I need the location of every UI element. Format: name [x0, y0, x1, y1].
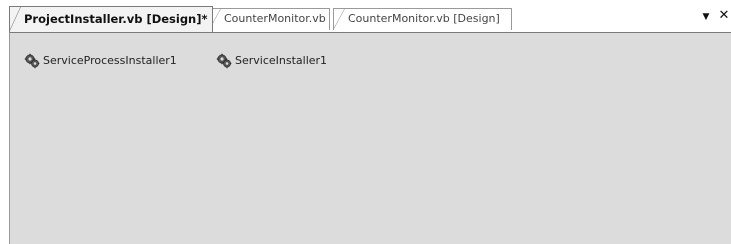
active-files-dropdown-icon[interactable]: ▼ [701, 10, 711, 24]
tab-label: ProjectInstaller.vb [Design]* [24, 12, 208, 26]
gear-component-icon [216, 53, 232, 69]
tab-label: CounterMonitor.vb [Design] [348, 12, 500, 25]
close-icon[interactable]: ✕ [718, 9, 730, 23]
component-tray[interactable]: ServiceProcessInstaller1 ServiceInstalle… [9, 32, 731, 244]
component-serviceinstaller1[interactable]: ServiceInstaller1 [216, 52, 366, 70]
tab-countermonitor-code[interactable]: CounterMonitor.vb [209, 8, 330, 30]
tab-projectinstaller-design[interactable]: ProjectInstaller.vb [Design]* [9, 6, 213, 32]
component-label: ServiceInstaller1 [235, 54, 328, 67]
designer-window: ProjectInstaller.vb [Design]* CounterMon… [0, 0, 731, 244]
component-serviceprocessinstaller1[interactable]: ServiceProcessInstaller1 [24, 52, 204, 70]
document-tab-strip: ProjectInstaller.vb [Design]* CounterMon… [0, 0, 731, 32]
tab-label: CounterMonitor.vb [224, 12, 326, 25]
tab-countermonitor-design[interactable]: CounterMonitor.vb [Design] [333, 8, 512, 30]
component-label: ServiceProcessInstaller1 [43, 54, 177, 67]
gear-component-icon [24, 53, 40, 69]
